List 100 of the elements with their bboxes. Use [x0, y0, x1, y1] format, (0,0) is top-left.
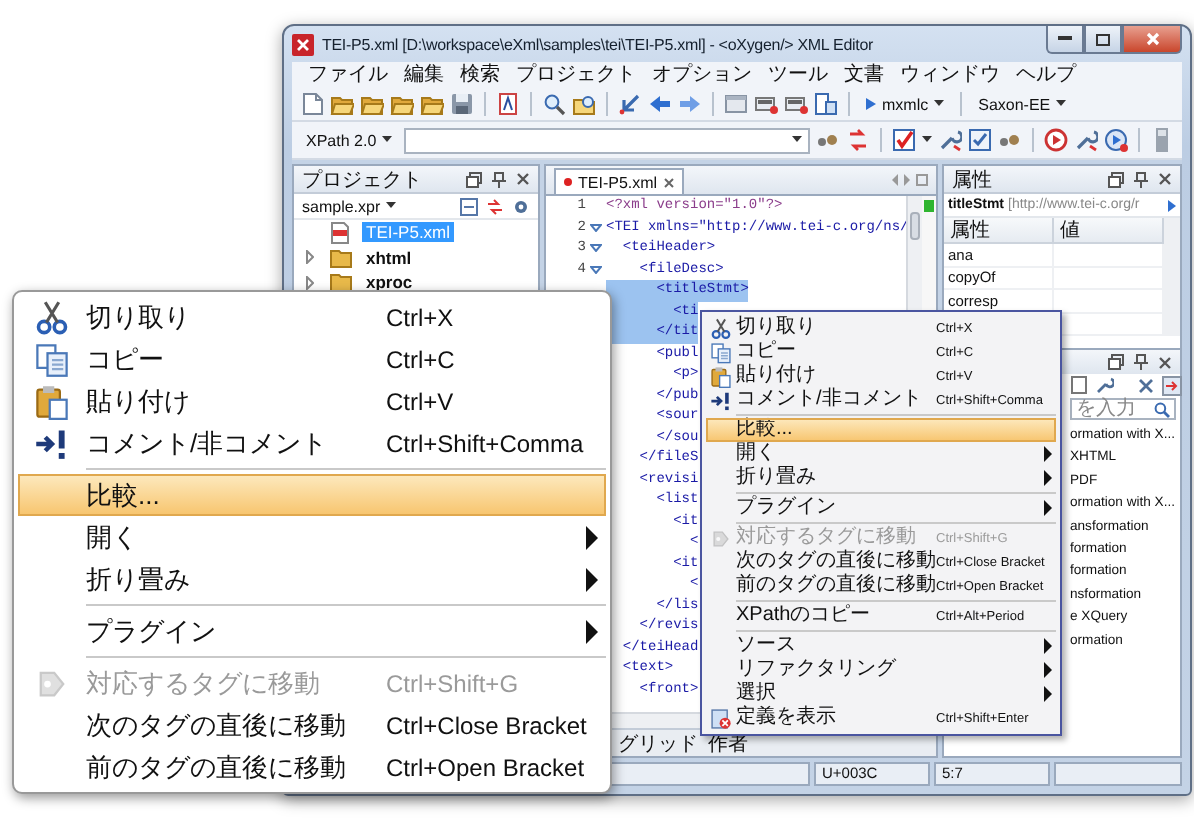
- toolbar-handle-icon[interactable]: [1150, 128, 1174, 152]
- view-tab[interactable]: グリッド: [618, 729, 698, 757]
- menu-item[interactable]: 貼り付け Ctrl+V: [18, 380, 606, 422]
- play-circle-icon[interactable]: [1044, 128, 1068, 152]
- dropdown-caret-icon: [792, 136, 802, 144]
- new-file-icon[interactable]: [300, 92, 324, 116]
- menu-item[interactable]: 前のタグの直後に移動 Ctrl+Open Bracket: [18, 746, 606, 788]
- modified-dot-icon: [564, 178, 572, 186]
- validate-icon[interactable]: [892, 128, 916, 152]
- engine-dropdown[interactable]: Saxon-EE: [972, 95, 1073, 113]
- copy-icon: [34, 341, 70, 377]
- xpath-input-field[interactable]: [404, 127, 810, 153]
- menu-item[interactable]: 折り畳み: [706, 466, 1056, 490]
- menu-item[interactable]: 比較...: [18, 474, 606, 516]
- menu-item[interactable]: ウィンドウ: [900, 65, 1000, 85]
- minimize-button[interactable]: [1046, 26, 1084, 54]
- search-icon[interactable]: [542, 92, 566, 116]
- menu-item[interactable]: 折り畳み: [18, 558, 606, 600]
- link-icon: [486, 197, 504, 215]
- right-arrow-icon: [904, 174, 910, 186]
- scenario-dropdown[interactable]: mxmlc: [860, 95, 951, 113]
- close-icon: [1158, 355, 1172, 369]
- window-title: TEI-P5.xml [D:\workspace\eXml\samples\tei\TEI-P5.xml] - <oXygen/> XML Editor: [322, 35, 876, 53]
- menu-item[interactable]: プラグイン: [706, 496, 1056, 520]
- close-button[interactable]: [1122, 26, 1182, 54]
- tree-item[interactable]: xhtml: [362, 247, 416, 268]
- xpath-version-dropdown[interactable]: XPath 2.0: [300, 131, 399, 149]
- tree-item[interactable]: xproc: [362, 272, 417, 293]
- app-logo-icon: [292, 33, 314, 55]
- maximize-icon: [1096, 33, 1110, 45]
- shortcut-label: Ctrl+Shift+Comma: [386, 429, 584, 457]
- arrow-exclamation-icon: [710, 389, 732, 411]
- document-icon: [1070, 376, 1088, 394]
- menu-item[interactable]: 編集: [404, 65, 444, 85]
- menu-item[interactable]: コメント/非コメント Ctrl+Shift+Comma: [18, 422, 606, 464]
- restore-icon: [1108, 354, 1124, 370]
- menu-item[interactable]: プロジェクト: [516, 65, 636, 85]
- caret-icon: [386, 202, 397, 210]
- delete-icon: [1138, 377, 1154, 393]
- view-tab[interactable]: 作者: [708, 729, 748, 757]
- menu-item[interactable]: 文書: [844, 65, 884, 85]
- folder-icon: [329, 247, 351, 268]
- scissors-icon: [710, 317, 732, 339]
- editor-tab[interactable]: TEI-P5.xml: [554, 168, 684, 194]
- tag-icon: [710, 527, 732, 549]
- document-icon[interactable]: [496, 92, 520, 116]
- back-arrow-icon[interactable]: [648, 92, 672, 116]
- maximize-button[interactable]: [1084, 26, 1122, 54]
- menu-item[interactable]: ツール: [768, 65, 828, 85]
- arrow-exclamation-icon: [34, 425, 70, 461]
- menu-item[interactable]: ヘルプ: [1016, 65, 1076, 85]
- menu-item[interactable]: 次のタグの直後に移動 Ctrl+Close Bracket: [18, 704, 606, 746]
- close-icon: [516, 172, 530, 186]
- vertical-scrollbar[interactable]: [1164, 218, 1180, 336]
- menu-item[interactable]: プラグイン: [18, 610, 606, 652]
- play-config-icon[interactable]: [1104, 128, 1128, 152]
- submenu-arrow-icon: [586, 525, 598, 549]
- panel-title: プロジェクト: [302, 167, 424, 193]
- transform-icon[interactable]: [784, 92, 808, 116]
- menu-item[interactable]: リファクタリング: [706, 658, 1056, 682]
- menu-item[interactable]: コピー Ctrl+C: [18, 338, 606, 380]
- document-error-icon: [710, 707, 732, 729]
- open-folder-icon[interactable]: [420, 92, 444, 116]
- swap-icon[interactable]: [846, 128, 870, 152]
- column-header[interactable]: 値: [1054, 218, 1164, 244]
- minimize-icon: [1058, 36, 1072, 42]
- open-folder-icon[interactable]: [360, 92, 384, 116]
- panel-title: 属性: [952, 167, 994, 193]
- menu-item[interactable]: 選択: [706, 682, 1056, 706]
- copy-icon: [710, 341, 732, 363]
- caret-icon: [382, 136, 393, 144]
- checklist-icon[interactable]: [968, 128, 992, 152]
- diagonal-arrow-icon[interactable]: [618, 92, 642, 116]
- play-icon: [1168, 199, 1176, 211]
- layout-icon[interactable]: [814, 92, 838, 116]
- open-folder-icon[interactable]: [390, 92, 414, 116]
- forward-arrow-icon[interactable]: [678, 92, 702, 116]
- menu-item[interactable]: オプション: [652, 65, 752, 85]
- search-field[interactable]: を入力: [1070, 398, 1176, 420]
- shortcut-label: Ctrl+Shift+G: [386, 669, 519, 697]
- close-icon: [1158, 172, 1172, 186]
- open-folder-icon[interactable]: [330, 92, 354, 116]
- scrollbar-thumb[interactable]: [910, 212, 920, 240]
- save-icon[interactable]: [450, 92, 474, 116]
- transform-icon[interactable]: [754, 92, 778, 116]
- menu-item[interactable]: ソース: [706, 634, 1056, 658]
- play-icon: [866, 98, 876, 110]
- search-icon: [1154, 401, 1170, 417]
- menu-item[interactable]: 検索: [460, 65, 500, 85]
- wrench-icon[interactable]: [1074, 128, 1098, 152]
- project-dropdown[interactable]: sample.xpr: [302, 197, 381, 215]
- find-folder-icon[interactable]: [572, 92, 596, 116]
- menu-item[interactable]: 切り取り Ctrl+X: [18, 296, 606, 338]
- menu-item[interactable]: 開く: [706, 442, 1056, 466]
- menu-item[interactable]: 開く: [18, 516, 606, 558]
- wrench-icon[interactable]: [938, 128, 962, 152]
- column-header[interactable]: 属性: [944, 218, 1054, 244]
- menu-item[interactable]: ファイル: [308, 65, 388, 85]
- shortcut-label: Ctrl+X: [386, 303, 454, 331]
- panel-icon[interactable]: [724, 92, 748, 116]
